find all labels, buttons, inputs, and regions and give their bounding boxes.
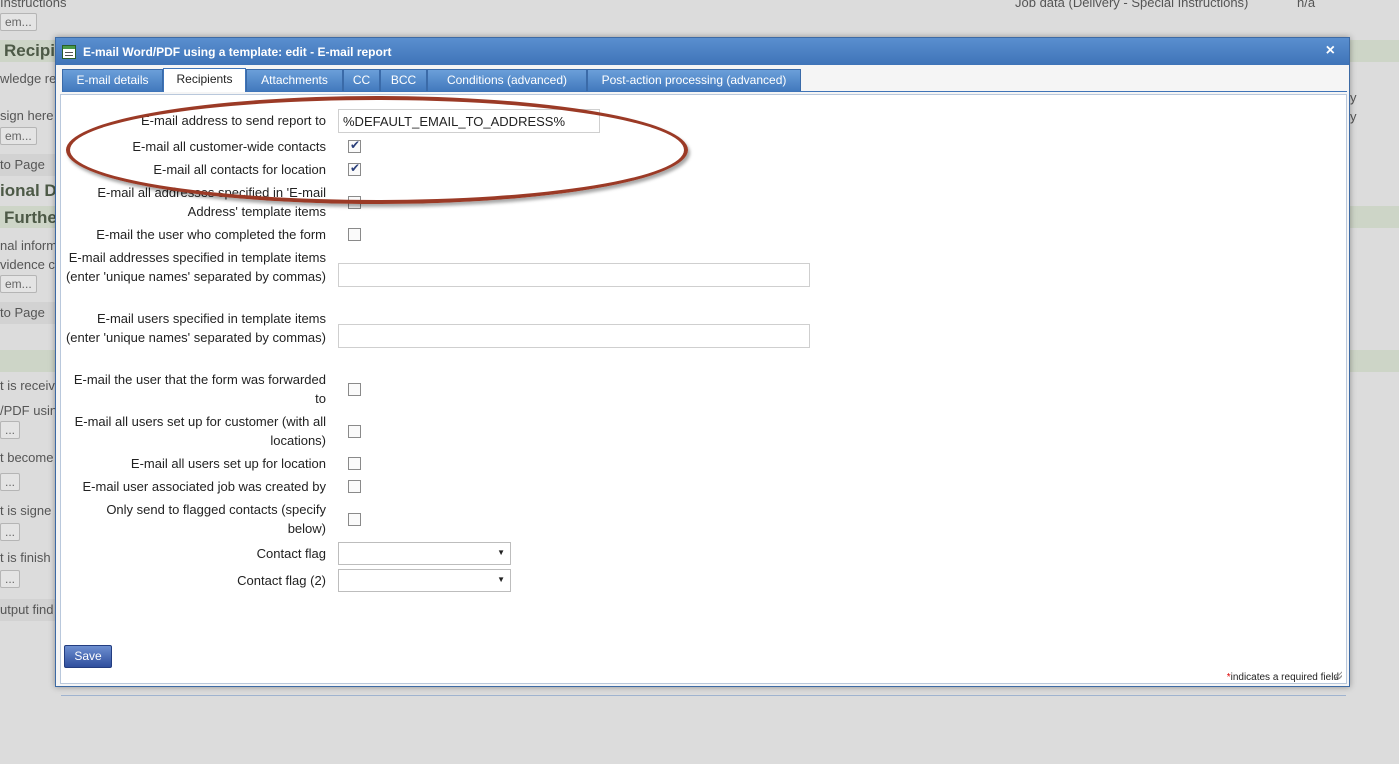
- customer-wide-checkbox[interactable]: [348, 138, 361, 153]
- contact-flag2-select[interactable]: [338, 569, 511, 592]
- tab-bcc[interactable]: BCC: [380, 69, 427, 91]
- job-creator-label: E-mail user associated job was created b…: [82, 479, 326, 494]
- bg-knowledge: wledge re: [0, 71, 57, 86]
- bg-output-find: utput find: [0, 602, 54, 617]
- bg-item-button-3: em...: [0, 275, 37, 293]
- recipients-form: E-mail address to send report to E-mail …: [60, 94, 1347, 696]
- users-items-input[interactable]: [338, 324, 810, 348]
- required-note-text: indicates a required field: [1230, 672, 1339, 683]
- dialog-titlebar[interactable]: E-mail Word/PDF using a template: edit -…: [56, 38, 1349, 65]
- bg-sign-here: sign here: [0, 108, 54, 123]
- forwarded-label: E-mail the user that the form was forwar…: [73, 372, 326, 406]
- contact-flag2-label: Contact flag (2): [237, 573, 326, 588]
- template-addresses-checkbox[interactable]: [348, 196, 361, 209]
- customer-wide-label: E-mail all customer-wide contacts: [132, 139, 326, 154]
- location-users-checkbox[interactable]: [348, 457, 361, 470]
- tab-conditions[interactable]: Conditions (advanced): [427, 69, 587, 91]
- job-creator-checkbox[interactable]: [348, 480, 361, 493]
- bg-button-a: ...: [0, 421, 21, 439]
- bg-recipients-heading: Recipi: [4, 41, 56, 60]
- bg-to-page: to Page: [0, 157, 45, 172]
- required-note: *indicates a required field: [1227, 672, 1339, 683]
- save-button[interactable]: Save: [64, 645, 112, 668]
- bg-signed: t is signe: [0, 503, 52, 518]
- bg-nal-inform: nal inform: [0, 238, 58, 253]
- bg-ional-heading: ional D: [0, 181, 57, 200]
- bg-evidence: vidence c: [0, 257, 55, 272]
- bg-right-y1: y: [1350, 90, 1357, 105]
- contact-flag-label: Contact flag: [256, 546, 326, 561]
- location-contacts-checkbox[interactable]: [348, 161, 361, 176]
- completed-user-label: E-mail the user who completed the form: [96, 227, 326, 242]
- bg-button-b: ...: [0, 473, 21, 491]
- bg-pdf-using: /PDF usin: [0, 403, 58, 418]
- flagged-label: Only send to flagged contacts (specify b…: [106, 502, 326, 536]
- bg-item-button: em...: [0, 13, 37, 31]
- location-contacts-label: E-mail all contacts for location: [153, 162, 326, 177]
- bg-to-page-2: to Page: [0, 305, 45, 320]
- footer-divider: [61, 695, 1346, 696]
- close-icon[interactable]: ×: [1326, 42, 1335, 60]
- users-items-label: E-mail users specified in template items…: [65, 311, 326, 345]
- dialog-title: E-mail Word/PDF using a template: edit -…: [83, 44, 392, 59]
- send-to-input[interactable]: [338, 109, 600, 133]
- location-users-label: E-mail all users set up for location: [130, 456, 326, 471]
- tab-cc[interactable]: CC: [343, 69, 380, 91]
- tab-email-details[interactable]: E-mail details: [62, 69, 163, 91]
- flagged-checkbox[interactable]: [348, 513, 361, 526]
- bg-right-y2: y: [1350, 109, 1357, 124]
- bg-item-button-2: em...: [0, 127, 37, 145]
- email-report-dialog: E-mail Word/PDF using a template: edit -…: [55, 37, 1350, 696]
- addresses-items-label: E-mail addresses specified in template i…: [65, 250, 326, 284]
- tab-bar: E-mail details Recipients Attachments CC…: [62, 67, 1347, 92]
- tab-recipients[interactable]: Recipients: [163, 68, 246, 92]
- bg-button-c: ...: [0, 523, 21, 541]
- template-addresses-label: E-mail all addresses specified in 'E-mai…: [97, 185, 326, 219]
- tab-attachments[interactable]: Attachments: [246, 69, 343, 91]
- form-document-icon: [62, 44, 76, 59]
- bg-instructions: Instructions: [0, 0, 67, 10]
- forwarded-checkbox[interactable]: [348, 383, 361, 396]
- bg-is-received: t is receiv: [0, 378, 55, 393]
- bg-button-d: ...: [0, 570, 21, 588]
- tab-post-action[interactable]: Post-action processing (advanced): [587, 69, 801, 91]
- customer-users-checkbox[interactable]: [348, 425, 361, 438]
- addresses-items-input[interactable]: [338, 263, 810, 287]
- bg-further-heading: Furthe: [4, 208, 57, 227]
- bg-finished: t is finish: [0, 550, 51, 565]
- completed-user-checkbox[interactable]: [348, 228, 361, 241]
- resize-grip-icon[interactable]: [1334, 671, 1342, 679]
- bg-becomes: t become: [0, 450, 54, 465]
- bg-job-data: Job data (Delivery - Special Instruction…: [1015, 0, 1249, 10]
- send-to-label: E-mail address to send report to: [141, 113, 326, 128]
- customer-users-label: E-mail all users set up for customer (wi…: [74, 414, 326, 448]
- contact-flag-select[interactable]: [338, 542, 511, 565]
- bg-na: n/a: [1297, 0, 1316, 10]
